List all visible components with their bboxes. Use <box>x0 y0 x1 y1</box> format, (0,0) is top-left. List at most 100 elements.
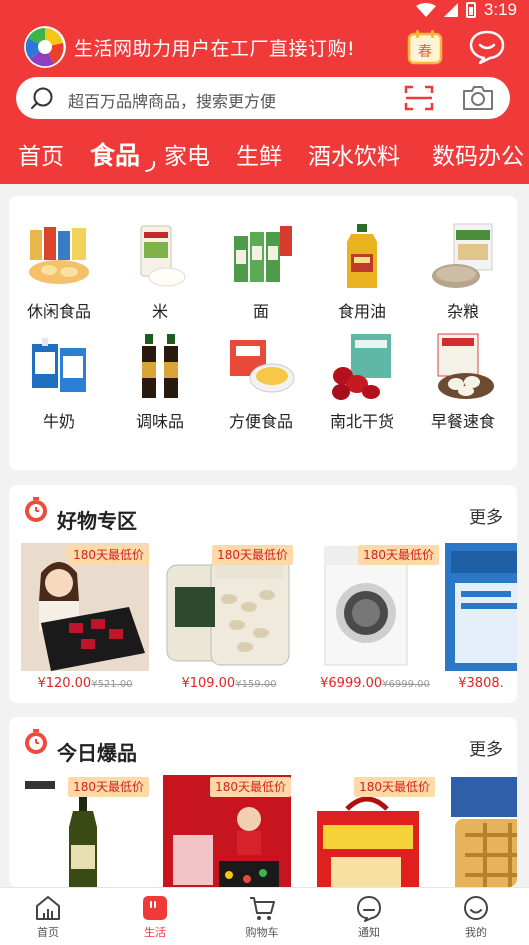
product-card[interactable]: ¥3808. <box>445 543 517 693</box>
battery-icon <box>465 2 476 18</box>
signal-icon <box>443 3 458 17</box>
tab-fresh[interactable]: 生鲜 <box>236 137 282 171</box>
nav-profile[interactable]: 我的 <box>441 894 511 940</box>
dried-goods-image <box>332 334 391 400</box>
category-grid: 休闲食品 米 面 食用油 杂粮 牛奶 调味品 方便食品 南北干货 早餐速食 <box>9 196 517 470</box>
current-price: ¥3808. <box>458 676 504 691</box>
profile-icon <box>464 896 488 920</box>
product-image <box>445 543 517 671</box>
calendar-icon[interactable]: 春 <box>407 29 443 65</box>
calendar-badge-text: 春 <box>418 44 432 60</box>
price-row: ¥120.00¥521.00 <box>21 672 149 691</box>
category-label: 食用油 <box>337 302 386 321</box>
category-oil[interactable]: 食用油 <box>312 222 412 322</box>
product-card[interactable]: 180天最低价 ¥6999.00¥6999.00 <box>311 543 439 693</box>
nav-label: 首页 <box>37 926 59 939</box>
category-label: 南北干货 <box>329 412 394 431</box>
price-row: ¥3808. <box>445 672 517 691</box>
category-label: 牛奶 <box>42 412 75 431</box>
nav-home[interactable]: 首页 <box>13 894 83 940</box>
instant-food-image <box>230 340 295 393</box>
category-label: 面 <box>252 302 269 321</box>
category-grains[interactable]: 杂粮 <box>413 222 513 322</box>
category-tabs: 首页 食品 家电 生鲜 酒水饮料 数码办公 <box>0 131 529 179</box>
product-card[interactable]: 180天最低价 <box>307 775 435 887</box>
top-header: 3:19 生活网助力用户在工厂直接订购! 春 超百万品牌商品，搜索更方便 首页 … <box>0 0 529 184</box>
category-seasoning[interactable]: 调味品 <box>110 332 210 432</box>
header-slogan: 生活网助力用户在工厂直接订购! <box>74 38 356 60</box>
current-price: ¥120.00 <box>37 676 92 691</box>
price-row: ¥109.00¥159.00 <box>165 672 293 691</box>
price-row: ¥6999.00¥6999.00 <box>311 672 439 691</box>
current-price: ¥109.00 <box>181 676 236 691</box>
nav-notice[interactable]: 通知 <box>334 894 404 940</box>
category-label: 休闲食品 <box>26 302 91 321</box>
scan-icon[interactable] <box>404 84 434 112</box>
category-label: 米 <box>151 302 168 321</box>
oil-image <box>347 224 377 288</box>
tab-digital[interactable]: 数码办公 <box>432 137 524 171</box>
wifi-icon <box>415 3 436 17</box>
search-icon <box>31 87 53 109</box>
search-bar[interactable]: 超百万品牌商品，搜索更方便 <box>16 77 510 119</box>
original-price: ¥521.00 <box>91 679 133 690</box>
rice-image <box>140 225 186 287</box>
nav-life[interactable]: 生活 <box>120 894 190 940</box>
category-breakfast[interactable]: 早餐速食 <box>413 332 513 432</box>
original-price: ¥6999.00 <box>382 679 430 690</box>
original-price: ¥159.00 <box>235 679 277 690</box>
category-label: 早餐速食 <box>430 412 495 431</box>
noodles-image <box>234 226 292 282</box>
notice-icon <box>357 896 381 922</box>
section-title: 今日爆品 <box>57 741 137 765</box>
grains-image <box>432 223 493 288</box>
snacks-image <box>29 227 89 284</box>
home-icon <box>36 896 60 920</box>
product-card[interactable]: 180天最低价 <box>163 775 291 887</box>
nav-cart[interactable]: 购物车 <box>227 894 297 940</box>
section-title: 好物专区 <box>57 509 137 533</box>
lowest-price-tag: 180天最低价 <box>358 545 439 565</box>
more-link[interactable]: 更多 <box>469 503 503 528</box>
lowest-price-tag: 180天最低价 <box>68 545 149 565</box>
category-noodles[interactable]: 面 <box>211 222 311 322</box>
category-instant-food[interactable]: 方便食品 <box>211 332 311 432</box>
status-time: 3:19 <box>483 0 517 19</box>
lowest-price-tag: 180天最低价 <box>354 777 435 797</box>
stopwatch-icon <box>25 729 47 754</box>
nav-label: 我的 <box>465 926 487 939</box>
nav-label: 通知 <box>358 926 380 939</box>
tab-appliances[interactable]: 家电 <box>164 137 210 171</box>
lowest-price-tag: 180天最低价 <box>212 545 293 565</box>
category-label: 调味品 <box>135 412 184 431</box>
active-tab-indicator <box>145 161 156 172</box>
nav-label: 购物车 <box>245 926 279 939</box>
product-card[interactable] <box>445 775 517 887</box>
seasoning-image <box>142 334 178 398</box>
hot-today-section: 今日爆品 更多 180天最低价 180天最低价 180天最低价 <box>9 717 517 887</box>
product-card[interactable]: 180天最低价 ¥109.00¥159.00 <box>165 543 293 693</box>
product-card[interactable]: 180天最低价 ¥120.00¥521.00 <box>21 543 149 693</box>
status-bar: 3:19 <box>415 0 517 20</box>
search-placeholder: 超百万品牌商品，搜索更方便 <box>68 92 277 111</box>
lowest-price-tag: 180天最低价 <box>210 777 291 797</box>
more-link[interactable]: 更多 <box>469 735 503 760</box>
tab-home[interactable]: 首页 <box>18 137 64 171</box>
bottom-nav: 首页 生活 购物车 通知 我的 <box>0 887 529 945</box>
nav-label: 生活 <box>144 926 166 939</box>
cart-icon <box>250 897 275 920</box>
tab-food[interactable]: 食品 <box>90 136 140 172</box>
current-price: ¥6999.00 <box>320 676 383 691</box>
category-rice[interactable]: 米 <box>110 222 210 322</box>
message-icon[interactable] <box>468 29 506 65</box>
category-dried-goods[interactable]: 南北干货 <box>312 332 412 432</box>
camera-icon[interactable] <box>462 85 494 111</box>
life-icon <box>143 896 167 920</box>
tab-drinks[interactable]: 酒水饮料 <box>308 137 400 171</box>
good-picks-section: 好物专区 更多 180天最低价 ¥120.00¥521.00 180天最低价 ¥… <box>9 485 517 703</box>
product-image <box>445 775 517 887</box>
category-milk[interactable]: 牛奶 <box>9 332 109 432</box>
product-card[interactable]: 180天最低价 <box>21 775 149 887</box>
category-label: 杂粮 <box>446 302 479 321</box>
category-snacks[interactable]: 休闲食品 <box>9 222 109 322</box>
